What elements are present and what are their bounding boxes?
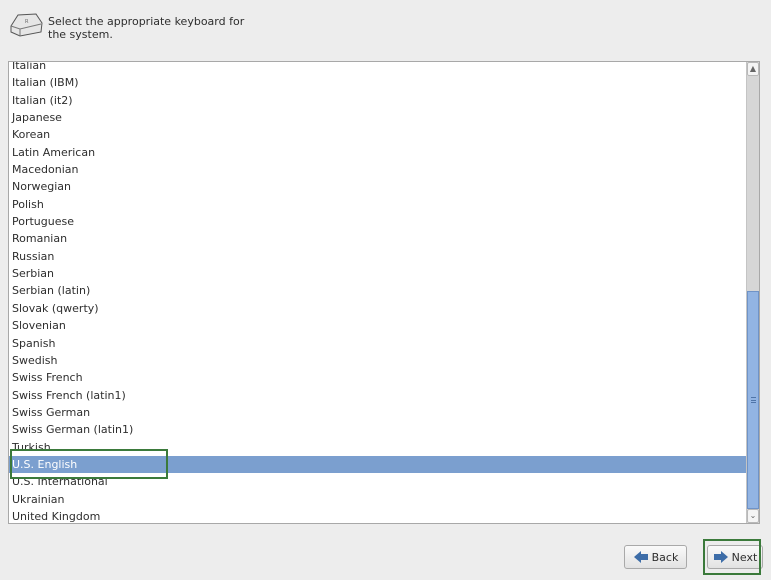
list-item[interactable]: Italian (9, 62, 746, 74)
scroll-up-button[interactable]: ▲ (747, 62, 759, 76)
list-item[interactable]: Swiss German (latin1) (9, 421, 746, 438)
list-item[interactable]: Ukrainian (9, 491, 746, 508)
list-item[interactable]: Romanian (9, 230, 746, 247)
scroll-thumb[interactable] (747, 291, 759, 509)
list-item[interactable]: Russian (9, 248, 746, 265)
list-item[interactable]: Swiss French (9, 369, 746, 386)
list-item[interactable]: Swiss French (latin1) (9, 387, 746, 404)
keyboard-key-icon: R (10, 13, 43, 37)
scroll-track[interactable] (747, 76, 759, 509)
back-button-label: Back (651, 550, 679, 564)
list-item[interactable]: Slovak (qwerty) (9, 300, 746, 317)
list-item[interactable]: Norwegian (9, 178, 746, 195)
list-item[interactable]: Polish (9, 196, 746, 213)
scroll-down-button[interactable]: ⌄ (747, 509, 759, 523)
arrow-left-icon (633, 551, 648, 563)
back-button[interactable]: Back (624, 545, 687, 569)
list-item[interactable]: Swiss German (9, 404, 746, 421)
instruction-line-2: the system. (48, 28, 113, 41)
instruction-line-1: Select the appropriate keyboard for (48, 15, 245, 28)
list-item[interactable]: Latin American (9, 144, 746, 161)
list-item[interactable]: Spanish (9, 335, 746, 352)
grip-icon (751, 397, 756, 403)
svg-text:R: R (25, 19, 29, 25)
list-item[interactable]: Japanese (9, 109, 746, 126)
next-highlight-annotation (703, 539, 761, 575)
selection-highlight-annotation (10, 449, 168, 479)
list-item[interactable]: Slovenian (9, 317, 746, 334)
vertical-scrollbar[interactable]: ▲ ⌄ (746, 62, 759, 523)
instruction-text: Select the appropriate keyboard for the … (48, 15, 244, 41)
list-item[interactable]: Serbian (latin) (9, 282, 746, 299)
list-item[interactable]: Italian (IBM) (9, 74, 746, 91)
header: R Select the appropriate keyboard for th… (8, 10, 244, 44)
list-item[interactable]: Macedonian (9, 161, 746, 178)
list-item[interactable]: Portuguese (9, 213, 746, 230)
list-item[interactable]: Italian (it2) (9, 92, 746, 109)
list-item[interactable]: Swedish (9, 352, 746, 369)
list-item[interactable]: United Kingdom (9, 508, 746, 523)
list-item[interactable]: Korean (9, 126, 746, 143)
list-item[interactable]: Serbian (9, 265, 746, 282)
